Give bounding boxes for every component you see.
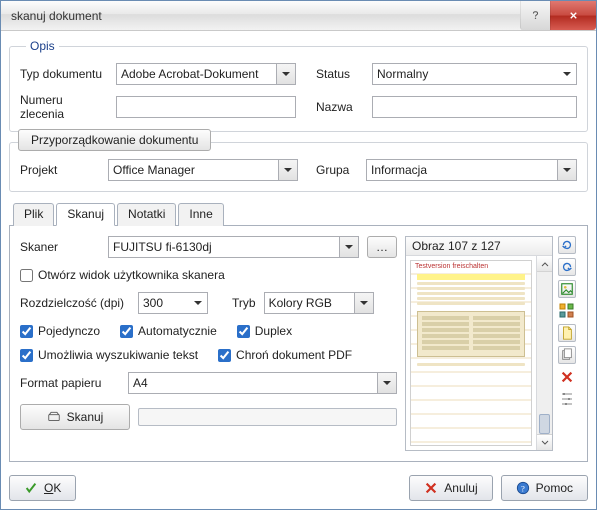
grupa-label: Grupa	[316, 163, 358, 177]
layout-icon	[559, 303, 575, 319]
help-icon	[530, 10, 541, 21]
tab-bar: Plik Skanuj Notatki Inne	[9, 202, 588, 226]
cancel-button[interactable]: Anuluj	[409, 475, 492, 501]
tab-skanuj[interactable]: Skanuj	[56, 203, 115, 226]
copy-icon	[560, 348, 574, 362]
skaner-label: Skaner	[20, 240, 100, 254]
scroll-up-button[interactable]	[537, 256, 552, 272]
close-icon	[568, 10, 579, 21]
typ-dokumentu-combo[interactable]: Adobe Acrobat-Dokument	[116, 63, 296, 85]
dpi-combo[interactable]: 300	[138, 292, 208, 314]
status-combo[interactable]: Normalny	[372, 63, 577, 85]
scanner-icon	[47, 410, 61, 424]
projekt-combo[interactable]: Office Manager	[108, 159, 298, 181]
tool-layout[interactable]	[558, 302, 576, 320]
open-ui-checkbox[interactable]: Otwórz widok użytkownika skanera	[20, 268, 225, 282]
svg-text:?: ?	[521, 484, 525, 494]
ellipsis-icon: …	[376, 240, 388, 254]
preview-scrollbar[interactable]	[536, 256, 552, 450]
page-icon	[560, 326, 574, 340]
tool-delete[interactable]	[558, 368, 576, 386]
skaner-combo[interactable]: FUJITSU fi-6130dj	[108, 236, 359, 258]
status-label: Status	[316, 67, 364, 81]
tool-rotate[interactable]	[558, 236, 576, 254]
ocr-checkbox[interactable]: Umożliwia wyszukiwanie tekst	[20, 348, 198, 362]
opis-legend: Opis	[26, 39, 59, 53]
opis-group: Opis Typ dokumentu Adobe Acrobat-Dokumen…	[9, 39, 588, 132]
dialog-footer: OK Anuluj ? Pomoc	[9, 475, 588, 501]
tool-copy[interactable]	[558, 346, 576, 364]
tab-plik[interactable]: Plik	[13, 203, 54, 226]
tryb-label: Tryb	[232, 296, 256, 310]
nazwa-input[interactable]	[372, 96, 577, 118]
titlebar: skanuj dokument	[1, 1, 596, 31]
numeru-label: Numeru zlecenia	[20, 93, 108, 121]
ok-button[interactable]: OK	[9, 475, 76, 501]
numeru-input[interactable]	[116, 96, 296, 118]
image-icon	[560, 282, 574, 296]
window-title: skanuj dokument	[11, 9, 520, 23]
tool-image[interactable]	[558, 280, 576, 298]
tab-inne[interactable]: Inne	[178, 203, 223, 226]
tryb-combo[interactable]: Kolory RGB	[264, 292, 374, 314]
assignment-group: Przyporządkowanie dokumentu Projekt Offi…	[9, 142, 588, 192]
cancel-icon	[424, 481, 438, 495]
projekt-label: Projekt	[20, 163, 100, 177]
skaner-browse-button[interactable]: …	[367, 236, 397, 258]
dialog-window: skanuj dokument Opis Typ dokumentu Adobe…	[0, 0, 597, 510]
preview-caption: Obraz 107 z 127	[406, 237, 552, 256]
tool-page[interactable]	[558, 324, 576, 342]
scan-progress	[138, 408, 397, 426]
titlebar-close-button[interactable]	[550, 1, 596, 30]
chevron-down-icon	[541, 439, 549, 447]
help-circle-icon: ?	[516, 481, 530, 495]
tool-rotate-ccw[interactable]	[558, 258, 576, 276]
protect-checkbox[interactable]: Chroń dokument PDF	[218, 348, 352, 362]
auto-checkbox[interactable]: Automatycznie	[120, 324, 217, 338]
tool-settings[interactable]	[558, 390, 576, 408]
check-icon	[24, 481, 38, 495]
preview-page-image: Testversion freischalten	[410, 260, 532, 446]
single-checkbox[interactable]: Pojedynczo	[20, 324, 100, 338]
sliders-icon	[559, 391, 575, 407]
format-label: Format papieru	[20, 376, 120, 390]
help-button[interactable]: ? Pomoc	[501, 475, 588, 501]
delete-icon	[560, 370, 574, 384]
dpi-label: Rozdzielczość (dpi)	[20, 296, 130, 310]
scroll-down-button[interactable]	[537, 434, 552, 450]
chevron-up-icon	[541, 260, 549, 268]
format-combo[interactable]: A4	[128, 372, 397, 394]
tab-content-skanuj: Skaner FUJITSU fi-6130dj … Otwórz widok …	[9, 226, 588, 462]
titlebar-help-button[interactable]	[520, 1, 550, 30]
tab-notatki[interactable]: Notatki	[117, 203, 176, 226]
duplex-checkbox[interactable]: Duplex	[237, 324, 292, 338]
grupa-combo[interactable]: Informacja	[366, 159, 577, 181]
typ-label: Typ dokumentu	[20, 67, 108, 81]
assignment-button[interactable]: Przyporządkowanie dokumentu	[18, 129, 211, 151]
rotate-icon	[560, 238, 574, 252]
scroll-thumb[interactable]	[539, 414, 550, 434]
nazwa-label: Nazwa	[316, 100, 364, 114]
rotate-ccw-icon	[560, 260, 574, 274]
scan-button[interactable]: Skanuj	[20, 404, 130, 430]
preview-pane: Obraz 107 z 127 Testversion freischalten	[405, 236, 577, 451]
